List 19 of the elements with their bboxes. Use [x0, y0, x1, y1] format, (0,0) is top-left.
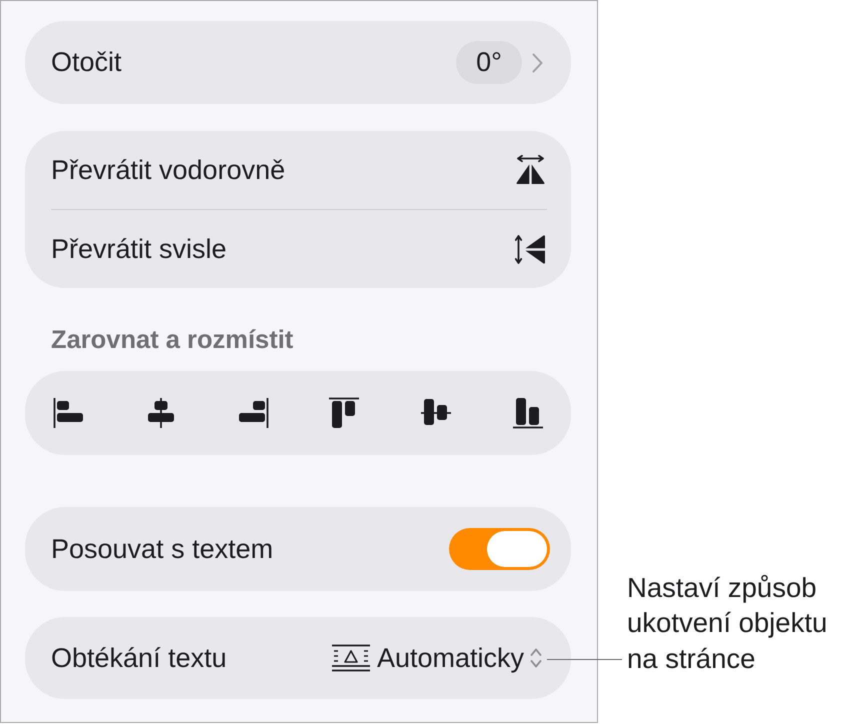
option-label: Posouvat s textem: [51, 534, 274, 564]
flip-horizontal-icon[interactable]: [515, 155, 546, 185]
align-left-icon[interactable]: [53, 397, 85, 429]
chevron-right-icon: [532, 52, 543, 72]
align-right-icon[interactable]: [236, 397, 269, 429]
flip-vertical-icon[interactable]: [515, 234, 546, 264]
up-down-chevron-icon: [530, 647, 542, 669]
section-heading: Zarovnat a rozmístit: [51, 325, 294, 355]
option-label: Otočit: [51, 47, 122, 78]
text-wrap-dropdown[interactable]: Automaticky: [330, 642, 542, 674]
option-label: Obtékání textu: [51, 642, 227, 674]
toggle-switch[interactable]: [449, 528, 550, 570]
option-label: Převrátit svisle: [51, 234, 227, 264]
align-bottom-icon[interactable]: [512, 397, 544, 429]
option-label: Převrátit vodorovně: [51, 154, 286, 186]
align-top-icon[interactable]: [328, 397, 360, 429]
callout-text: Nastaví způsob ukotvení objektu na stránce: [627, 570, 828, 676]
text-wrap-icon: [330, 644, 371, 672]
rotation-value[interactable]: 0°: [456, 41, 522, 84]
